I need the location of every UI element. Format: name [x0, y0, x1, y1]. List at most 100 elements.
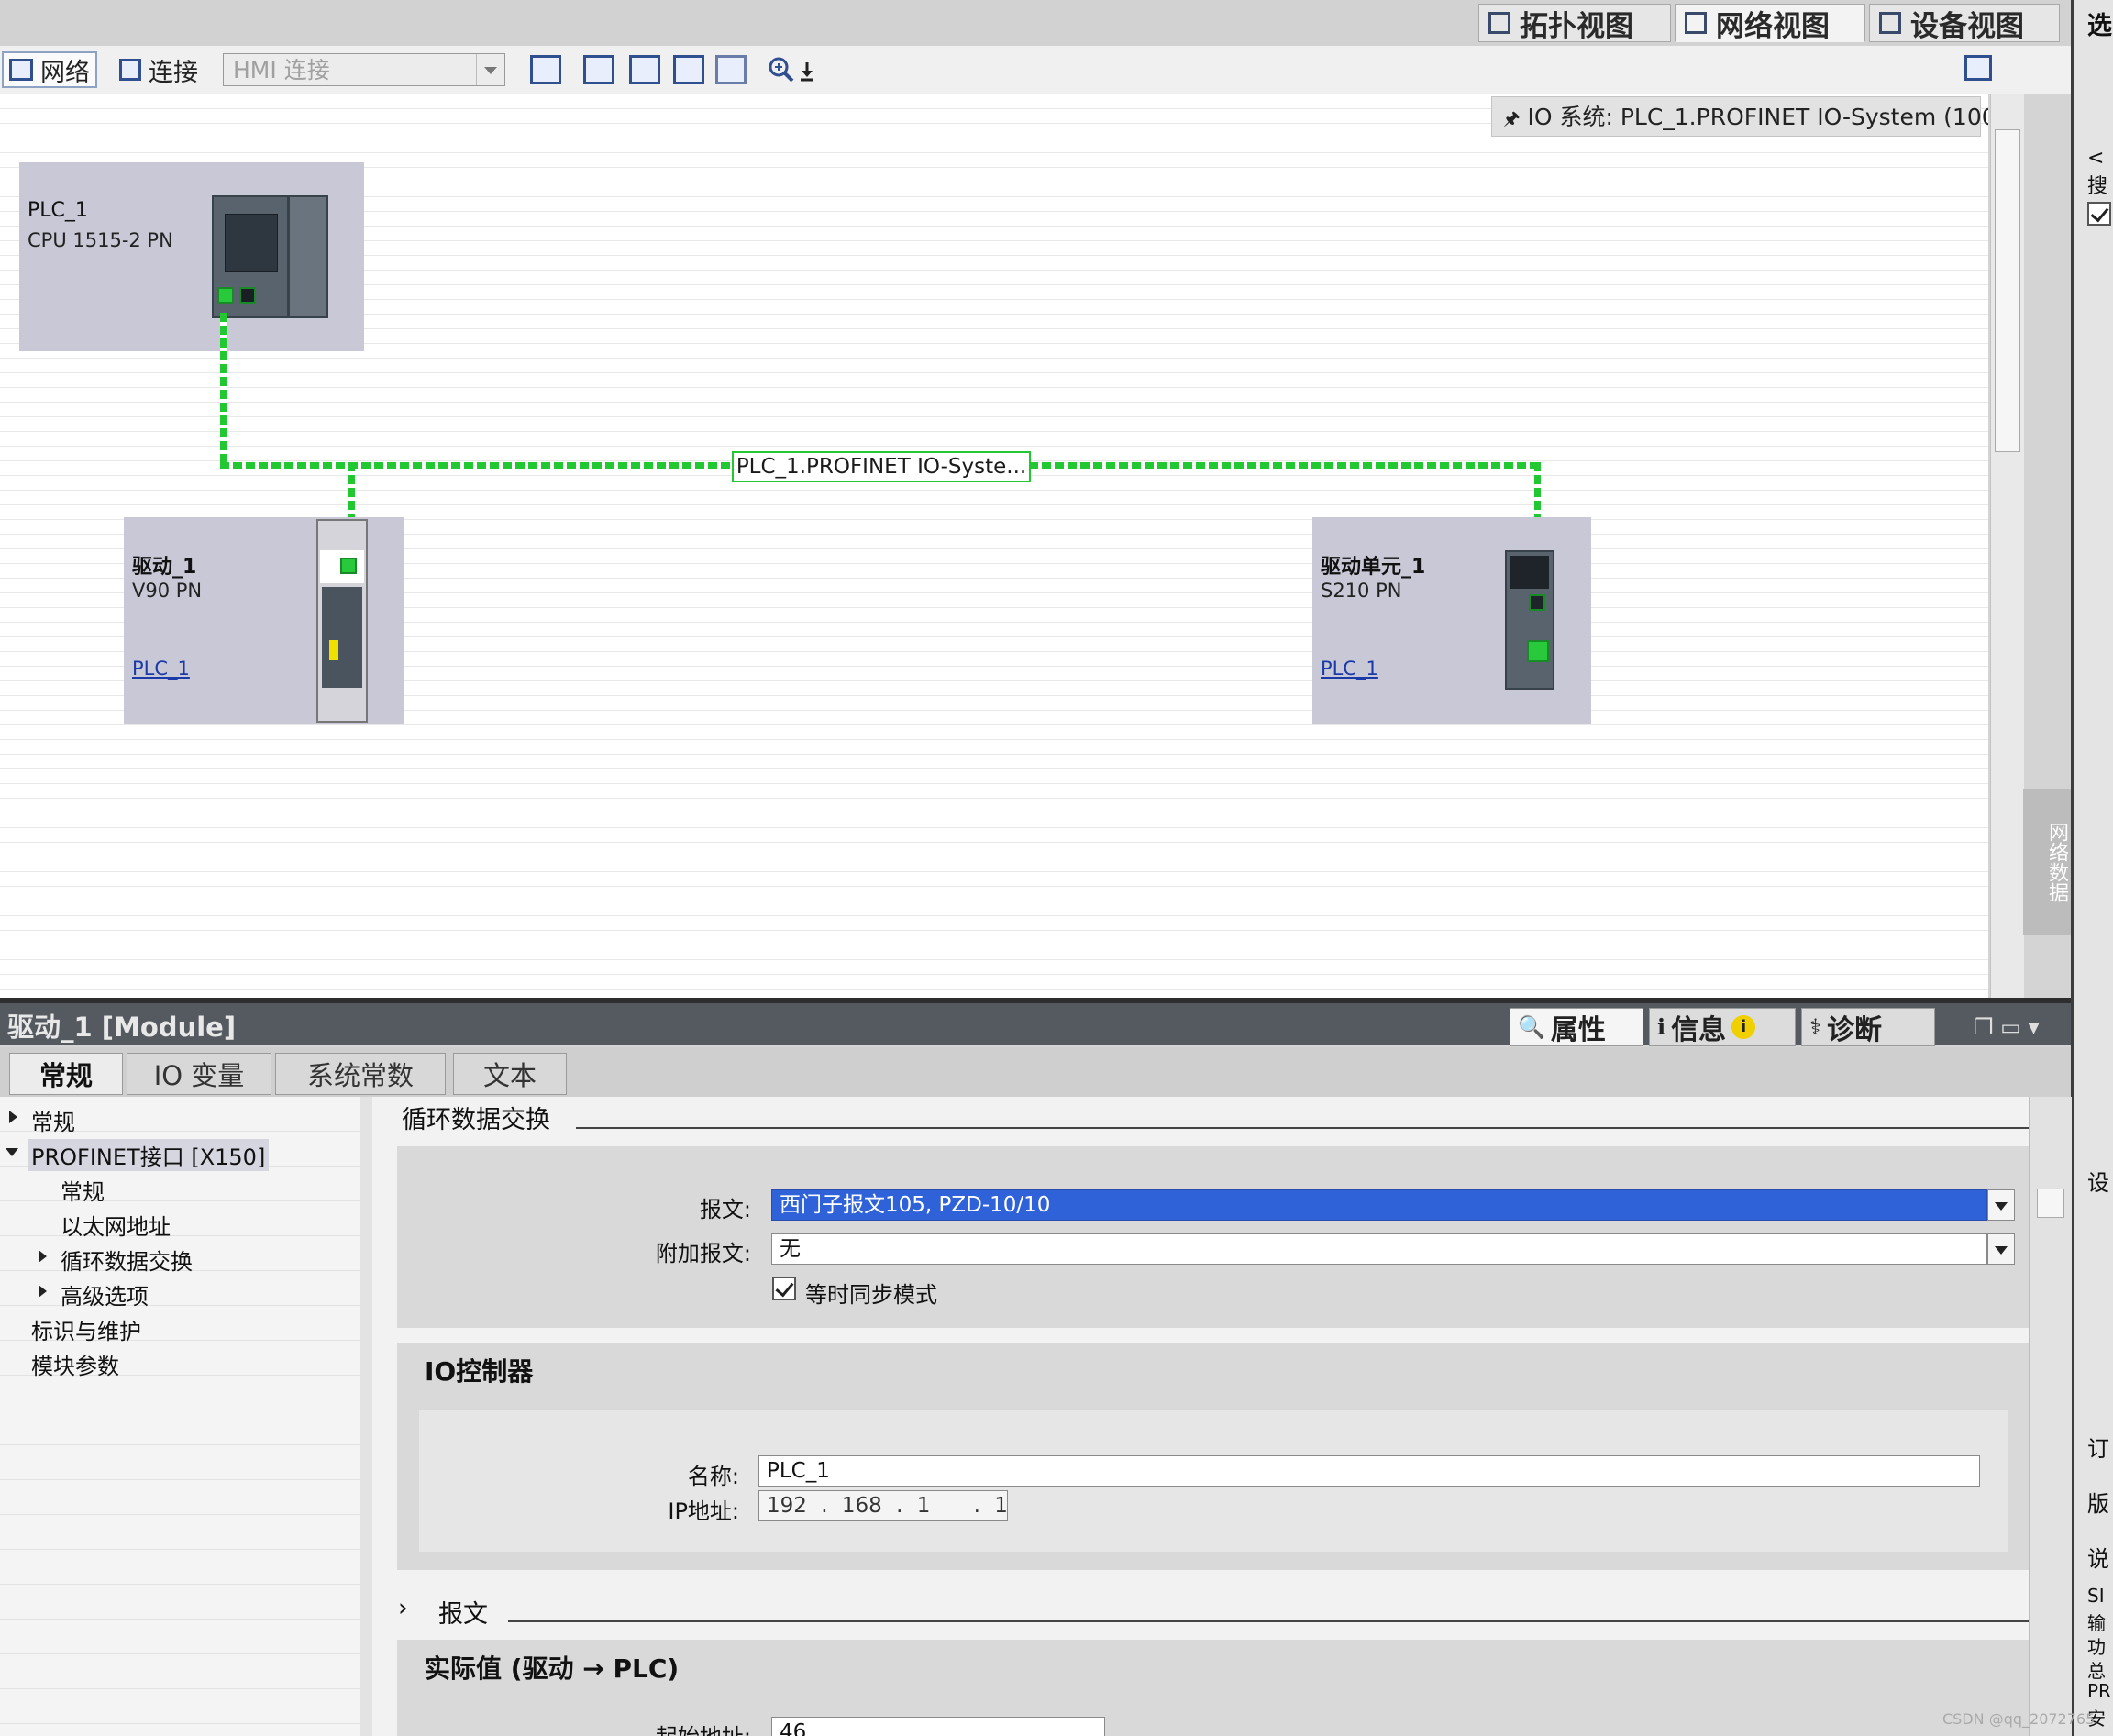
show-names-icon[interactable] — [530, 55, 561, 84]
right-edge-c7: 输 — [2087, 1612, 2106, 1634]
canvas-vertical-scrollbar[interactable] — [1990, 94, 2024, 998]
plc-device[interactable]: PLC_1 CPU 1515-2 PN — [19, 162, 364, 351]
network-line-label[interactable]: PLC_1.PROFINET IO-Syste... — [732, 451, 1031, 482]
chevron-down-icon[interactable] — [1987, 1233, 2015, 1265]
tab-diagnostics[interactable]: ⚕ 诊断 — [1801, 1008, 1935, 1046]
start-addr-label: 起始地址: — [602, 1719, 751, 1736]
task-card-edge: 选 <搜 设 订 版 说 SI 输 功 总 PR 安 — [2071, 0, 2113, 1736]
tree-item-cyclic[interactable]: 循环数据交换 — [61, 1244, 193, 1276]
telegram-select[interactable]: 西门子报文105, PZD-10/10 — [771, 1189, 1987, 1221]
tab-info[interactable]: ℹ 信息 i — [1649, 1008, 1796, 1046]
collapse-icon[interactable] — [6, 1148, 18, 1156]
drive-unit-plc-link[interactable]: PLC_1 — [1321, 658, 1378, 680]
section-divider — [508, 1620, 2029, 1622]
properties-title: 驱动_1 [Module] — [7, 1012, 237, 1043]
right-edge-search[interactable]: <搜 — [2087, 147, 2113, 199]
plc-port-2[interactable] — [239, 287, 256, 304]
section-divider — [576, 1127, 2029, 1129]
window-controls[interactable]: ❐ ▭ ▾ — [1974, 1014, 2040, 1040]
device-icon — [1877, 10, 1905, 36]
ip-address-field[interactable]: 192 . 168 . 1 . 1 — [758, 1490, 1008, 1521]
show-address-icon[interactable] — [583, 55, 614, 84]
plc-name: PLC_1 — [28, 199, 88, 222]
page-break-icon[interactable] — [629, 55, 660, 84]
tab-properties[interactable]: 🔍 属性 — [1510, 1008, 1643, 1046]
ip-dot: . — [896, 1494, 903, 1518]
ip-octet-1: 192 — [767, 1494, 807, 1518]
telegram-expand-icon[interactable]: › — [398, 1594, 408, 1622]
network-button[interactable]: 网络 — [2, 51, 97, 88]
topology-icon — [1487, 10, 1514, 36]
plc-network-drop — [220, 313, 227, 462]
properties-icon: 🔍 — [1518, 1014, 1545, 1040]
right-edge-c5: 说 — [2087, 1546, 2109, 1572]
tree-item-identification[interactable]: 标识与维护 — [31, 1313, 141, 1345]
right-edge-c8: 功 — [2087, 1636, 2106, 1658]
tab-device-view[interactable]: 设备视图 — [1869, 4, 2060, 43]
ip-octet-2: 168 — [841, 1494, 882, 1518]
right-edge-c2: 设 — [2087, 1170, 2109, 1196]
drive-unit-port-2[interactable] — [1527, 640, 1549, 662]
extra-telegram-label: 附加报文: — [655, 1241, 751, 1266]
cyclic-section-title: 循环数据交换 — [402, 1106, 550, 1134]
tab-network-view[interactable]: 网络视图 — [1675, 4, 1865, 43]
tree-splitter[interactable] — [360, 1097, 373, 1736]
table-view-icon[interactable] — [715, 55, 747, 84]
isochronous-checkbox[interactable] — [772, 1277, 796, 1300]
plc-port-1[interactable] — [217, 287, 234, 304]
download-arrow-icon[interactable] — [798, 55, 816, 84]
drive-unit-device[interactable]: 驱动单元_1 S210 PN PLC_1 — [1312, 517, 1591, 724]
controller-name-field[interactable]: PLC_1 — [758, 1455, 1980, 1487]
tree-item-profinet[interactable]: PROFINET接口 [X150] — [28, 1139, 270, 1171]
connect-icon — [119, 59, 141, 81]
expand-icon[interactable] — [39, 1285, 47, 1298]
tab-topology-view[interactable]: 拓扑视图 — [1478, 4, 1671, 43]
io-system-text: IO 系统: PLC_1.PROFINET IO-System (100) — [1527, 104, 1988, 130]
properties-tree: 常规 PROFINET接口 [X150] 常规 以太网地址 循环数据交换 高级选… — [0, 1097, 360, 1736]
drive-unit-port-1[interactable] — [1529, 594, 1545, 611]
extra-telegram-select[interactable]: 无 — [771, 1233, 1987, 1265]
chevron-down-icon[interactable] — [1987, 1189, 2015, 1221]
network-data-side-tab[interactable]: 网络数据 — [2023, 789, 2071, 935]
drive1-module — [316, 519, 368, 723]
tree-item-pn-general[interactable]: 常规 — [61, 1174, 105, 1206]
properties-scrollbar[interactable] — [2029, 1097, 2072, 1736]
ip-label: IP地址: — [668, 1498, 739, 1524]
properties-subtabs: 常规 IO 变量 系统常数 文本 — [0, 1047, 2071, 1097]
network-canvas[interactable]: 🖈 IO 系统: PLC_1.PROFINET IO-System (100) … — [0, 94, 1988, 998]
right-edge-c9: 总 — [2087, 1660, 2106, 1682]
subtab-general[interactable]: 常规 — [9, 1053, 123, 1095]
drive1-plc-link[interactable]: PLC_1 — [132, 658, 190, 680]
telegram-label: 报文: — [699, 1197, 751, 1222]
tab-topology-label: 拓扑视图 — [1520, 9, 1633, 43]
right-edge-checkbox[interactable] — [2087, 202, 2111, 226]
side-tab-label: 网络数据 — [2045, 822, 2068, 902]
tab-diagnostics-label: 诊断 — [1826, 1014, 1882, 1046]
tree-item-module-params[interactable]: 模块参数 — [31, 1348, 119, 1380]
drive1-port[interactable] — [340, 558, 357, 574]
telegram-section-title[interactable]: 报文 — [438, 1594, 488, 1630]
subtab-system-constants[interactable]: 系统常数 — [275, 1053, 446, 1095]
subtab-io-tags[interactable]: IO 变量 — [127, 1053, 271, 1095]
tree-item-advanced[interactable]: 高级选项 — [61, 1278, 149, 1310]
hmi-connection-select[interactable]: HMI 连接 — [223, 53, 505, 86]
start-addr-field[interactable]: 46 — [771, 1717, 1105, 1736]
expand-icon[interactable] — [39, 1250, 47, 1263]
panel-layout-icon[interactable] — [1964, 55, 1992, 81]
grid-icon[interactable] — [673, 55, 704, 84]
tree-item-general[interactable]: 常规 — [31, 1104, 75, 1136]
canvas-scroll-thumb[interactable] — [1995, 129, 2020, 452]
plc-display — [225, 214, 278, 272]
connect-button[interactable]: 连接 — [114, 51, 215, 88]
properties-scroll-thumb[interactable] — [2037, 1189, 2064, 1218]
tree-item-ethernet[interactable]: 以太网地址 — [61, 1209, 171, 1241]
drive1-body — [322, 587, 362, 688]
expand-icon[interactable] — [9, 1111, 17, 1123]
zoom-icon[interactable] — [767, 55, 798, 84]
drive1-indicator — [329, 640, 338, 660]
watermark: CSDN @qq_2072765 — [1942, 1710, 2096, 1728]
drive1-device[interactable]: 驱动_1 V90 PN PLC_1 — [124, 517, 404, 724]
subtab-texts[interactable]: 文本 — [453, 1053, 567, 1095]
connect-button-label: 连接 — [149, 58, 198, 87]
drive-unit-name: 驱动单元_1 — [1321, 556, 1426, 579]
